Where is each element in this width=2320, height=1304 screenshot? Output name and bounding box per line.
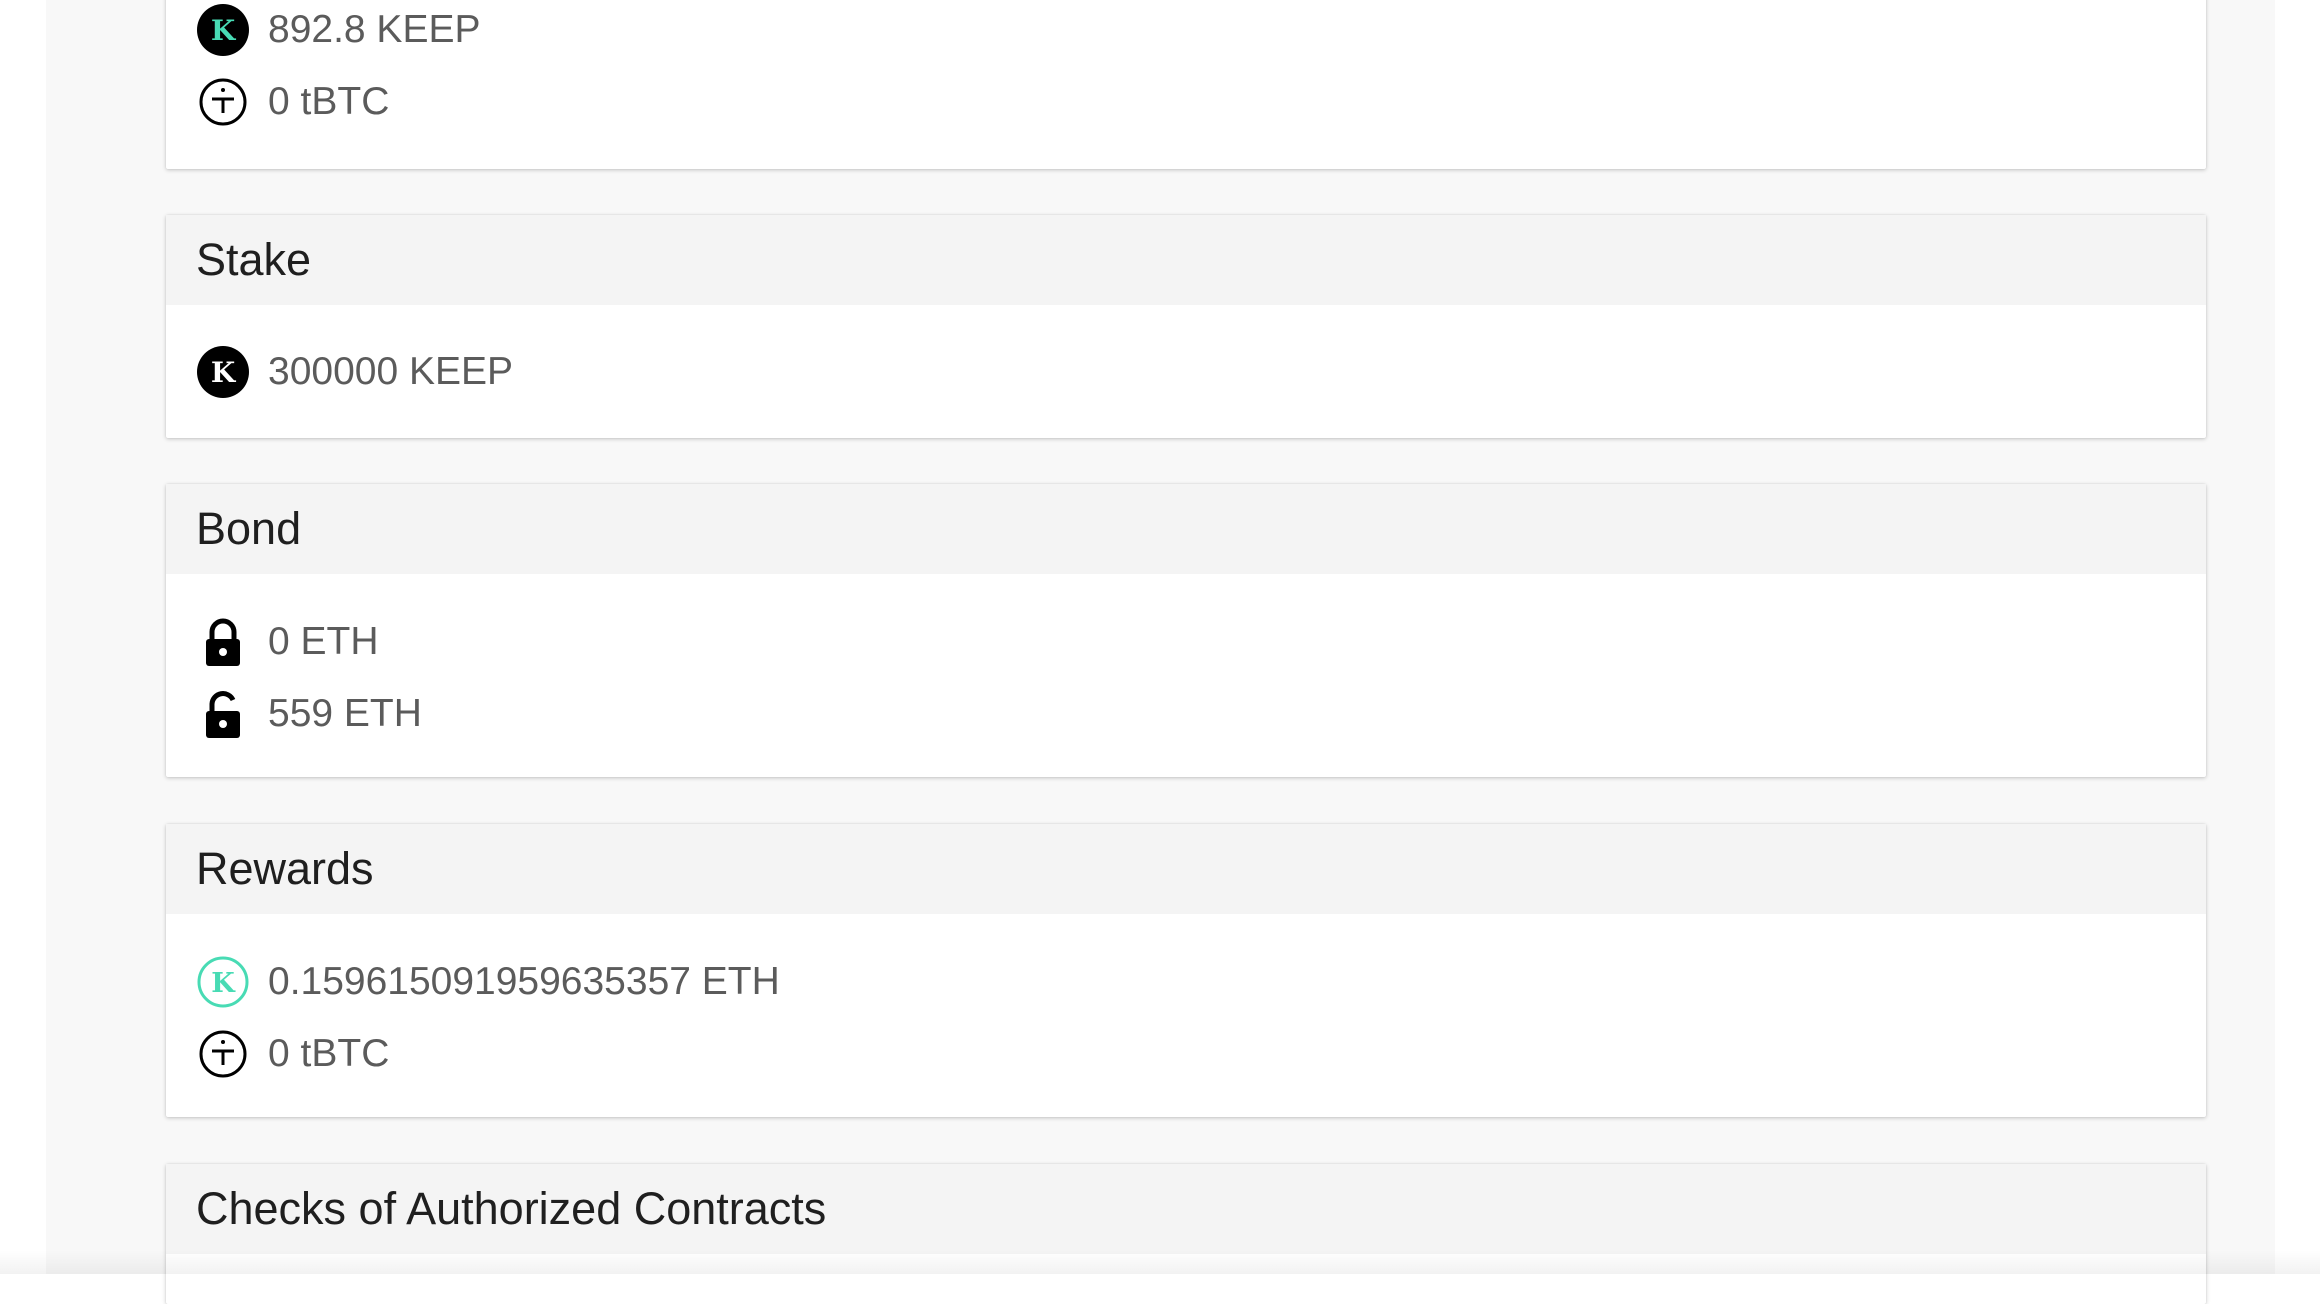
balance-keep-row: K 892.8 KEEP: [196, 0, 2176, 66]
stake-keep-value: 300000 KEEP: [268, 350, 514, 393]
bond-locked-value: 0 ETH: [268, 620, 379, 663]
rewards-card-title: Rewards: [166, 824, 2206, 914]
rewards-tbtc-row: 0 tBTC: [196, 1018, 2176, 1090]
bond-card: Bond 0 ETH 559 ETH: [166, 484, 2206, 777]
stake-keep-row: K 300000 KEEP: [196, 336, 2176, 408]
stake-card-title: Stake: [166, 215, 2206, 305]
bottom-edge-shadow: [0, 1250, 2320, 1274]
rewards-eth-row: K 0.159615091959635357 ETH: [196, 946, 2176, 1018]
rewards-card: Rewards K 0.159615091959635357 ETH 0 tBT…: [166, 824, 2206, 1117]
svg-text:K: K: [211, 14, 237, 47]
bond-locked-row: 0 ETH: [196, 606, 2176, 678]
bond-card-title: Bond: [166, 484, 2206, 574]
tbtc-token-icon: [196, 75, 250, 129]
balance-keep-value: 892.8 KEEP: [268, 8, 481, 51]
balance-tbtc-row: 0 tBTC: [196, 66, 2176, 138]
svg-text:K: K: [211, 356, 237, 389]
bond-unlocked-row: 559 ETH: [196, 678, 2176, 750]
lock-icon: [196, 615, 250, 669]
keep-outline-icon: K: [196, 955, 250, 1009]
keep-token-icon: K: [196, 345, 250, 399]
tbtc-token-icon: [196, 1027, 250, 1081]
balance-tbtc-value: 0 tBTC: [268, 80, 390, 123]
stake-card: Stake K 300000 KEEP: [166, 215, 2206, 438]
checks-card: Checks of Authorized Contracts: [166, 1164, 2206, 1304]
bond-unlocked-value: 559 ETH: [268, 692, 422, 735]
balance-card: K 892.8 KEEP 0 tBTC: [166, 0, 2206, 169]
keep-token-icon: K: [196, 3, 250, 57]
svg-text:K: K: [211, 968, 236, 999]
rewards-eth-value: 0.159615091959635357 ETH: [268, 960, 780, 1003]
checks-card-title: Checks of Authorized Contracts: [166, 1164, 2206, 1254]
unlock-icon: [196, 687, 250, 741]
rewards-tbtc-value: 0 tBTC: [268, 1032, 390, 1075]
